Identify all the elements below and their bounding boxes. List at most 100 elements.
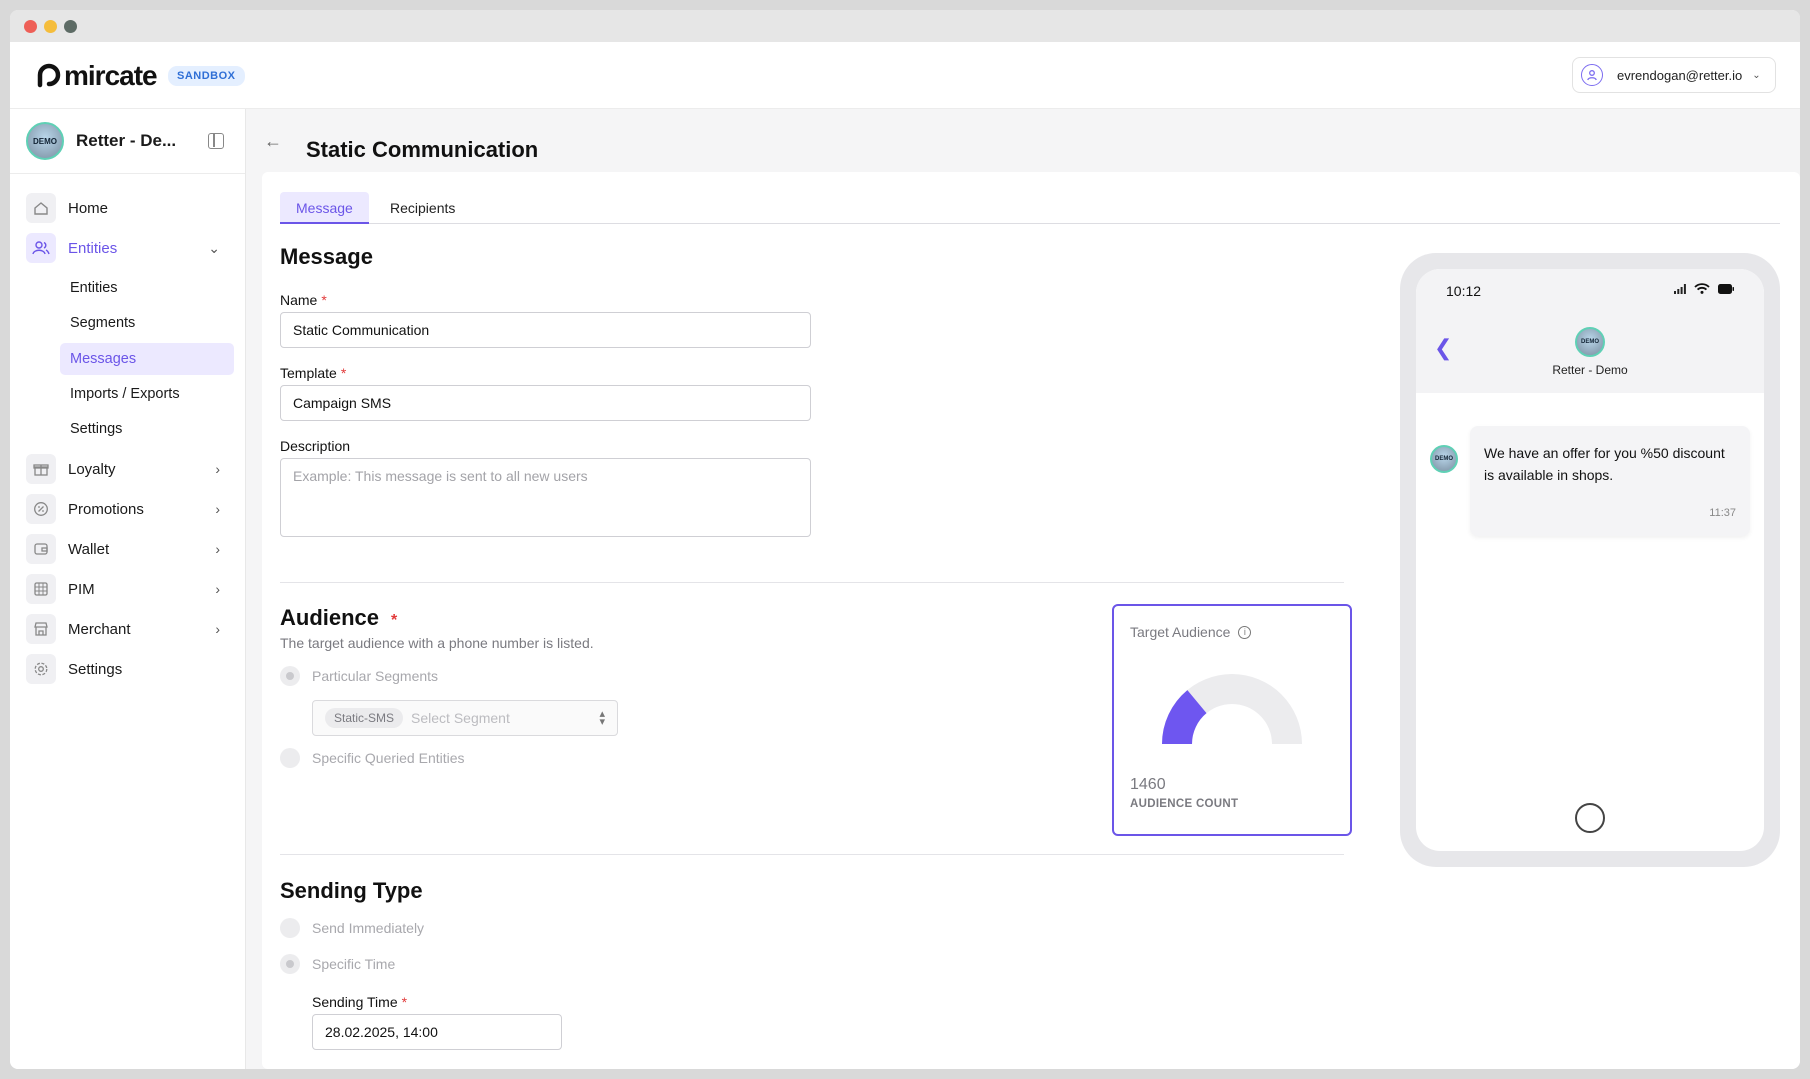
audience-count-label: AUDIENCE COUNT (1130, 798, 1239, 810)
back-arrow-icon[interactable]: ← (264, 131, 282, 152)
page-title: Static Communication (306, 137, 539, 162)
close-window-dot[interactable] (24, 20, 37, 33)
sender-name: Retter - Demo (1552, 363, 1628, 377)
message-section-title: Message (280, 244, 373, 269)
chevron-right-icon: › (215, 501, 220, 517)
radio-label: Specific Time (312, 956, 396, 972)
sidebar-item-pim[interactable]: PIM › (26, 572, 230, 606)
section-divider (280, 854, 1344, 855)
sending-time-label: Sending Time * (312, 994, 407, 1010)
radio-label: Specific Queried Entities (312, 750, 465, 766)
section-divider (280, 582, 1344, 583)
audience-title-text: Audience (280, 605, 380, 630)
select-arrows-icon: ▴ ▾ (599, 708, 605, 728)
workspace-name: Retter - De... (76, 131, 177, 150)
maximize-window-dot[interactable] (64, 20, 77, 33)
sidebar-item-promotions[interactable]: Promotions › (26, 492, 230, 526)
chevron-right-icon: › (215, 621, 220, 637)
radio-send-immediately[interactable]: Send Immediately (280, 918, 424, 938)
sidebar-item-label: Entities (68, 239, 118, 257)
message-text: We have an offer for you %50 discount is… (1484, 445, 1725, 483)
chevron-right-icon: › (215, 461, 220, 477)
required-marker: * (401, 994, 408, 1010)
subnav-item-entities[interactable]: Entities (60, 272, 234, 304)
audience-count: 1460 (1130, 776, 1166, 793)
sidebar-item-label: Loyalty (68, 460, 116, 478)
gift-icon (26, 454, 56, 484)
window-titlebar (10, 10, 1800, 42)
info-icon[interactable]: i (1238, 625, 1252, 639)
collapse-sidebar-icon[interactable] (208, 133, 224, 149)
subnav-item-messages[interactable]: Messages (60, 343, 234, 375)
sidebar-item-loyalty[interactable]: Loyalty › (26, 452, 230, 486)
sidebar-item-merchant[interactable]: Merchant › (26, 612, 230, 646)
subnav-item-segments[interactable]: Segments (60, 307, 234, 339)
audience-section-title: Audience * (280, 605, 397, 631)
description-textarea[interactable]: Example: This message is sent to all new… (280, 458, 811, 537)
radio-particular-segments[interactable]: Particular Segments (280, 666, 438, 686)
sending-time-label-text: Sending Time (312, 994, 398, 1010)
chevron-down-icon: ⌄ (208, 239, 220, 256)
radio-label: Particular Segments (312, 668, 439, 684)
brand-name: mircate (64, 60, 158, 91)
logo[interactable]: mircate (36, 60, 158, 92)
chevron-left-icon[interactable]: ❮ (1434, 335, 1452, 361)
users-icon (26, 233, 56, 263)
phone-status-time: 10:12 (1446, 283, 1482, 299)
user-menu[interactable]: evrendogan@retter.io ⌄ (1572, 57, 1776, 93)
target-audience-card: Target Audience i 1460 AUDIENCE COUNT (1112, 604, 1352, 836)
sidebar-item-settings[interactable]: Settings (26, 652, 230, 686)
tab-bar: Message Recipients (280, 192, 1780, 224)
radio-specific-time[interactable]: Specific Time (280, 954, 395, 974)
percent-icon (26, 494, 56, 524)
phone-screen: 10:12 ❮ DEMO Retter - Demo DEMO We have … (1416, 269, 1764, 851)
phone-status-icons (1674, 283, 1734, 294)
template-field-label: Template * (280, 365, 346, 381)
wifi-icon (1694, 283, 1710, 294)
tab-recipients[interactable]: Recipients (374, 192, 471, 224)
template-input[interactable]: Campaign SMS (280, 385, 811, 421)
top-bar: mircate SANDBOX evrendogan@retter.io ⌄ (10, 42, 1800, 109)
template-label-text: Template (280, 365, 337, 381)
description-field-label: Description (280, 438, 351, 454)
chevron-down-icon: ⌄ (1752, 69, 1761, 81)
required-marker: * (340, 365, 347, 381)
workspace-switcher[interactable]: DEMO Retter - De... (26, 121, 230, 161)
sidebar-item-home[interactable]: Home (26, 191, 230, 225)
phone-preview: 10:12 ❮ DEMO Retter - Demo DEMO We have … (1400, 253, 1780, 867)
radio-circle (280, 918, 300, 938)
radio-circle (280, 666, 300, 686)
environment-badge: SANDBOX (168, 66, 245, 86)
subnav-item-imports-exports[interactable]: Imports / Exports (60, 378, 234, 410)
subnav-item-settings[interactable]: Settings (60, 413, 234, 445)
browser-window: mircate SANDBOX evrendogan@retter.io ⌄ D… (10, 10, 1800, 1069)
audience-gauge (1162, 674, 1302, 744)
sidebar-divider (10, 173, 245, 174)
sidebar-item-label: Home (68, 199, 109, 217)
required-marker: * (391, 612, 398, 629)
minimize-window-dot[interactable] (44, 20, 57, 33)
sidebar-item-entities[interactable]: Entities ⌄ (26, 231, 230, 265)
target-audience-title: Target Audience i (1130, 624, 1252, 640)
tab-message[interactable]: Message (280, 192, 369, 224)
name-label-text: Name (280, 292, 318, 308)
message-avatar: DEMO (1430, 445, 1458, 473)
store-icon (26, 614, 56, 644)
required-marker: * (321, 292, 327, 308)
audience-helper-text: The target audience with a phone number … (280, 635, 594, 651)
sending-type-section-title: Sending Type (280, 878, 423, 903)
sidebar-item-label: Wallet (68, 540, 110, 558)
name-input[interactable]: Static Communication (280, 312, 811, 348)
sending-time-input[interactable]: 28.02.2025, 14:00 (312, 1014, 562, 1050)
radio-label: Send Immediately (312, 920, 425, 936)
sidebar-item-label: Merchant (68, 620, 131, 638)
segment-select[interactable]: Static-SMS Select Segment ▴ ▾ (312, 700, 618, 736)
workspace-avatar: DEMO (26, 122, 64, 160)
gear-icon (26, 654, 56, 684)
sender-avatar: DEMO (1575, 327, 1605, 357)
radio-specific-queried-entities[interactable]: Specific Queried Entities (280, 748, 465, 768)
name-field-label: Name * (280, 292, 327, 308)
battery-icon (1718, 283, 1734, 294)
segment-chip[interactable]: Static-SMS (325, 708, 404, 728)
sidebar-item-wallet[interactable]: Wallet › (26, 532, 230, 566)
